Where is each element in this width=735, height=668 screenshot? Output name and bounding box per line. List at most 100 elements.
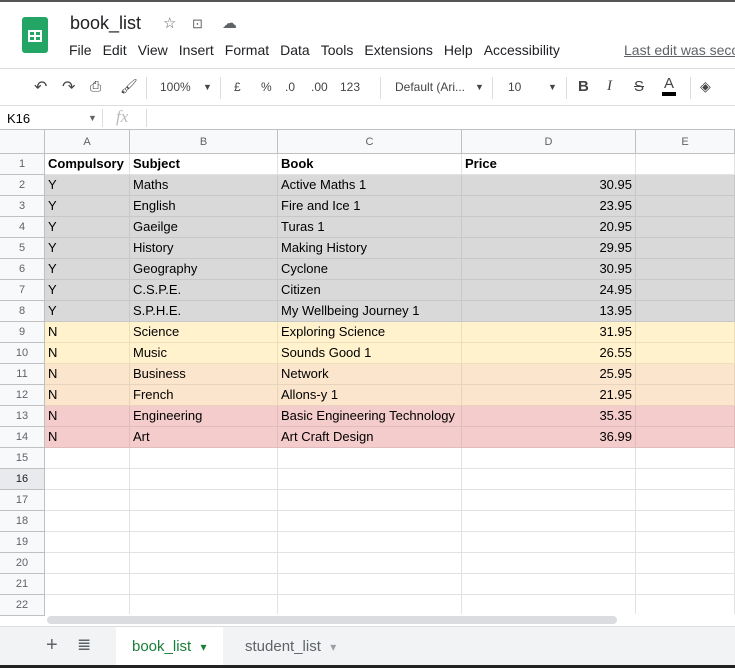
cell-d4[interactable]: 20.95 bbox=[462, 217, 636, 238]
cell-b3[interactable]: English bbox=[130, 196, 278, 217]
cell-d15[interactable] bbox=[462, 448, 636, 469]
doc-title[interactable]: book_list bbox=[70, 13, 141, 34]
cell-d8[interactable]: 13.95 bbox=[462, 301, 636, 322]
decrease-decimal-button[interactable]: .0 bbox=[285, 80, 295, 94]
row-header-19[interactable]: 19 bbox=[0, 532, 45, 553]
cell-d20[interactable] bbox=[462, 553, 636, 574]
cell-b20[interactable] bbox=[130, 553, 278, 574]
menu-data[interactable]: Data bbox=[280, 42, 310, 58]
cell-e13[interactable] bbox=[636, 406, 735, 427]
cell-b8[interactable]: S.P.H.E. bbox=[130, 301, 278, 322]
row-header-1[interactable]: 1 bbox=[0, 154, 45, 175]
select-all-corner[interactable] bbox=[0, 130, 45, 154]
cell-a4[interactable]: Y bbox=[45, 217, 130, 238]
cell-d14[interactable]: 36.99 bbox=[462, 427, 636, 448]
cell-a3[interactable]: Y bbox=[45, 196, 130, 217]
cell-c18[interactable] bbox=[278, 511, 462, 532]
row-header-7[interactable]: 7 bbox=[0, 280, 45, 301]
row-header-9[interactable]: 9 bbox=[0, 322, 45, 343]
percent-button[interactable]: % bbox=[261, 80, 272, 94]
row-header-2[interactable]: 2 bbox=[0, 175, 45, 196]
menu-tools[interactable]: Tools bbox=[321, 42, 354, 58]
cell-c4[interactable]: Turas 1 bbox=[278, 217, 462, 238]
cell-d1[interactable]: Price bbox=[462, 154, 636, 175]
column-header-a[interactable]: A bbox=[45, 130, 130, 154]
cell-c20[interactable] bbox=[278, 553, 462, 574]
cell-c7[interactable]: Citizen bbox=[278, 280, 462, 301]
menu-help[interactable]: Help bbox=[444, 42, 473, 58]
menu-file[interactable]: File bbox=[69, 42, 92, 58]
formula-input[interactable] bbox=[155, 111, 725, 127]
more-formats-button[interactable]: 123 bbox=[340, 80, 360, 94]
cell-e7[interactable] bbox=[636, 280, 735, 301]
cell-b18[interactable] bbox=[130, 511, 278, 532]
cell-e16[interactable] bbox=[636, 469, 735, 490]
cell-a12[interactable]: N bbox=[45, 385, 130, 406]
cell-a13[interactable]: N bbox=[45, 406, 130, 427]
cell-e17[interactable] bbox=[636, 490, 735, 511]
cell-e11[interactable] bbox=[636, 364, 735, 385]
last-edit-link[interactable]: Last edit was seco bbox=[624, 42, 735, 58]
cell-a15[interactable] bbox=[45, 448, 130, 469]
chevron-down-icon[interactable]: ▼ bbox=[548, 82, 557, 92]
cell-e8[interactable] bbox=[636, 301, 735, 322]
cell-d3[interactable]: 23.95 bbox=[462, 196, 636, 217]
row-header-11[interactable]: 11 bbox=[0, 364, 45, 385]
font-size-select[interactable]: 10 bbox=[508, 80, 521, 94]
cell-c12[interactable]: Allons-y 1 bbox=[278, 385, 462, 406]
fill-color-icon[interactable]: ◈ bbox=[700, 78, 711, 95]
sheet-tab-student-list[interactable]: student_list ▾ bbox=[229, 627, 352, 666]
menu-edit[interactable]: Edit bbox=[103, 42, 127, 58]
row-header-21[interactable]: 21 bbox=[0, 574, 45, 595]
cell-d17[interactable] bbox=[462, 490, 636, 511]
cell-b13[interactable]: Engineering bbox=[130, 406, 278, 427]
cell-a7[interactable]: Y bbox=[45, 280, 130, 301]
cell-c13[interactable]: Basic Engineering Technology bbox=[278, 406, 462, 427]
cell-d7[interactable]: 24.95 bbox=[462, 280, 636, 301]
text-color-button[interactable]: A bbox=[662, 75, 677, 96]
cell-c5[interactable]: Making History bbox=[278, 238, 462, 259]
undo-icon[interactable]: ↶ bbox=[34, 77, 47, 97]
cell-b21[interactable] bbox=[130, 574, 278, 595]
column-header-b[interactable]: B bbox=[130, 130, 278, 154]
cell-d22[interactable] bbox=[462, 595, 636, 616]
cell-a11[interactable]: N bbox=[45, 364, 130, 385]
cell-e1[interactable] bbox=[636, 154, 735, 175]
cell-c2[interactable]: Active Maths 1 bbox=[278, 175, 462, 196]
chevron-down-icon[interactable]: ▼ bbox=[475, 82, 484, 92]
cell-b16[interactable] bbox=[130, 469, 278, 490]
cell-d2[interactable]: 30.95 bbox=[462, 175, 636, 196]
cell-c8[interactable]: My Wellbeing Journey 1 bbox=[278, 301, 462, 322]
cell-e21[interactable] bbox=[636, 574, 735, 595]
cell-b1[interactable]: Subject bbox=[130, 154, 278, 175]
cell-e5[interactable] bbox=[636, 238, 735, 259]
cell-a19[interactable] bbox=[45, 532, 130, 553]
zoom-select[interactable]: 100% bbox=[160, 80, 191, 94]
cell-b4[interactable]: Gaeilge bbox=[130, 217, 278, 238]
cloud-status-icon[interactable]: ☁ bbox=[222, 14, 237, 32]
cell-e14[interactable] bbox=[636, 427, 735, 448]
cell-c14[interactable]: Art Craft Design bbox=[278, 427, 462, 448]
column-header-d[interactable]: D bbox=[462, 130, 636, 154]
cell-b12[interactable]: French bbox=[130, 385, 278, 406]
cell-e10[interactable] bbox=[636, 343, 735, 364]
cell-c15[interactable] bbox=[278, 448, 462, 469]
star-icon[interactable]: ☆ bbox=[163, 14, 176, 32]
row-header-22[interactable]: 22 bbox=[0, 595, 45, 616]
strikethrough-button[interactable]: S bbox=[634, 78, 644, 95]
redo-icon[interactable]: ↷ bbox=[62, 77, 75, 97]
menu-format[interactable]: Format bbox=[225, 42, 269, 58]
italic-button[interactable]: I bbox=[607, 78, 612, 95]
cell-e20[interactable] bbox=[636, 553, 735, 574]
cell-e9[interactable] bbox=[636, 322, 735, 343]
cell-e18[interactable] bbox=[636, 511, 735, 532]
cell-e12[interactable] bbox=[636, 385, 735, 406]
row-header-6[interactable]: 6 bbox=[0, 259, 45, 280]
cell-a6[interactable]: Y bbox=[45, 259, 130, 280]
cell-d21[interactable] bbox=[462, 574, 636, 595]
cell-c1[interactable]: Book bbox=[278, 154, 462, 175]
cell-a8[interactable]: Y bbox=[45, 301, 130, 322]
cell-c9[interactable]: Exploring Science bbox=[278, 322, 462, 343]
cell-a9[interactable]: N bbox=[45, 322, 130, 343]
chevron-down-icon[interactable]: ▾ bbox=[197, 640, 207, 654]
